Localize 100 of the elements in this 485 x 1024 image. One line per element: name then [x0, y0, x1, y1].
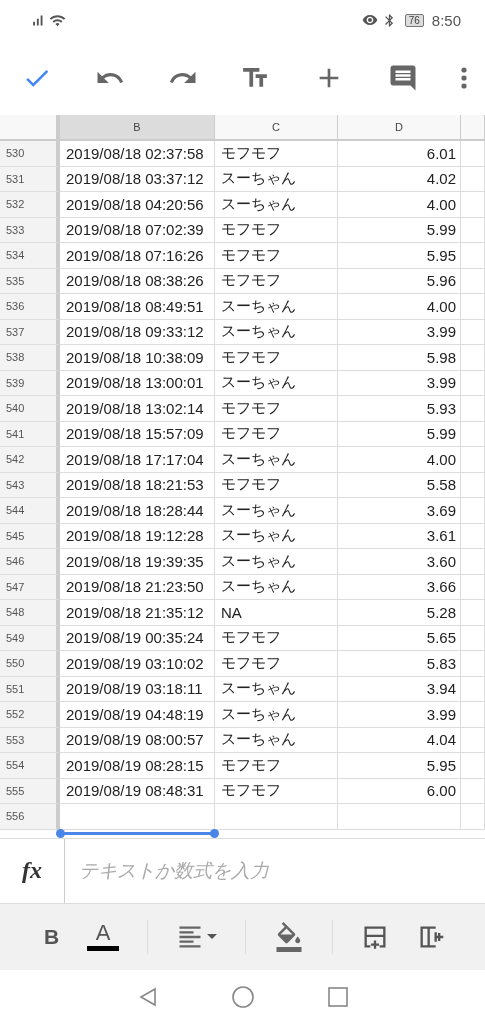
table-cell: モフモフ: [215, 243, 338, 269]
table-cell: モフモフ: [215, 651, 338, 677]
empty-cell: [461, 727, 485, 753]
row-number[interactable]: 548: [0, 600, 60, 626]
fill-color-button[interactable]: [274, 921, 304, 952]
recents-icon: [326, 985, 349, 1008]
table-cell: モフモフ: [215, 625, 338, 651]
table-cell: スーちゃん: [215, 549, 338, 575]
text-color-button[interactable]: A: [87, 922, 120, 951]
eye-icon: [361, 12, 378, 28]
row-number[interactable]: 536: [0, 294, 60, 320]
table-cell: 2019/08/18 18:21:53: [60, 472, 215, 498]
table-cell: 6.01: [338, 141, 461, 167]
empty-cell: [461, 447, 485, 473]
table-cell: 2019/08/19 04:48:19: [60, 702, 215, 728]
table-cell: 5.96: [338, 268, 461, 294]
row-number[interactable]: 541: [0, 421, 60, 447]
table-cell: 4.04: [338, 727, 461, 753]
table-cell: スーちゃん: [215, 294, 338, 320]
table-cell: スーちゃん: [215, 523, 338, 549]
empty-cell: [461, 294, 485, 320]
row-number[interactable]: 544: [0, 498, 60, 524]
row-number[interactable]: 533: [0, 217, 60, 243]
row-number[interactable]: 550: [0, 651, 60, 677]
more-icon: [460, 66, 467, 89]
empty-cell: [461, 345, 485, 371]
row-number[interactable]: 537: [0, 319, 60, 345]
empty-cell: [461, 778, 485, 804]
table-cell: 2019/08/18 21:23:50: [60, 574, 215, 600]
row-number[interactable]: 534: [0, 243, 60, 269]
row-number[interactable]: 552: [0, 702, 60, 728]
table-cell: スーちゃん: [215, 498, 338, 524]
empty-cell: [461, 243, 485, 269]
table-cell: スーちゃん: [215, 574, 338, 600]
table-cell: モフモフ: [215, 268, 338, 294]
row-number[interactable]: 554: [0, 753, 60, 779]
row-number[interactable]: 543: [0, 472, 60, 498]
table-cell: 2019/08/18 09:33:12: [60, 319, 215, 345]
table-cell: 2019/08/18 03:37:12: [60, 166, 215, 192]
table-cell: 2019/08/18 13:00:01: [60, 370, 215, 396]
caret-icon: [207, 934, 218, 939]
paint-bucket-icon: [274, 921, 304, 952]
row-number[interactable]: 555: [0, 778, 60, 804]
empty-cell: [461, 625, 485, 651]
table-cell: スーちゃん: [215, 447, 338, 473]
table-cell: 5.99: [338, 217, 461, 243]
formula-input[interactable]: テキストか数式を入力: [65, 838, 485, 903]
table-cell: モフモフ: [215, 345, 338, 371]
row-number[interactable]: 542: [0, 447, 60, 473]
column-header[interactable]: B: [60, 115, 215, 141]
table-cell: 2019/08/19 08:00:57: [60, 727, 215, 753]
table-cell: 2019/08/18 19:12:28: [60, 523, 215, 549]
table-cell: 5.65: [338, 625, 461, 651]
table-cell: 3.66: [338, 574, 461, 600]
table-cell: 2019/08/19 03:10:02: [60, 651, 215, 677]
table-cell: NA: [215, 600, 338, 626]
empty-cell: [461, 396, 485, 422]
table-cell: 2019/08/18 17:17:04: [60, 447, 215, 473]
table-cell: 6.00: [338, 778, 461, 804]
row-number[interactable]: 551: [0, 676, 60, 702]
empty-cell: [461, 472, 485, 498]
more-button[interactable]: [460, 66, 467, 89]
row-number[interactable]: 539: [0, 370, 60, 396]
table-cell: 4.00: [338, 447, 461, 473]
table-cell: スーちゃん: [215, 702, 338, 728]
table-cell: 5.95: [338, 243, 461, 269]
table-cell: 2019/08/18 15:57:09: [60, 421, 215, 447]
row-number[interactable]: 538: [0, 345, 60, 371]
clock-time: 8:50: [431, 11, 461, 29]
empty-cell: [461, 370, 485, 396]
row-number[interactable]: 556: [0, 804, 60, 830]
table-cell: モフモフ: [215, 472, 338, 498]
row-number[interactable]: 553: [0, 727, 60, 753]
row-number[interactable]: 540: [0, 396, 60, 422]
table-cell: モフモフ: [215, 778, 338, 804]
table-cell: 2019/08/18 08:49:51: [60, 294, 215, 320]
row-number[interactable]: 532: [0, 192, 60, 218]
row-number[interactable]: 535: [0, 268, 60, 294]
column-header[interactable]: C: [215, 115, 338, 141]
row-number[interactable]: 547: [0, 574, 60, 600]
table-cell: 5.95: [338, 753, 461, 779]
row-number[interactable]: 545: [0, 523, 60, 549]
row-number[interactable]: 549: [0, 625, 60, 651]
empty-cell: [461, 319, 485, 345]
table-cell: 2019/08/18 10:38:09: [60, 345, 215, 371]
table-cell: 2019/08/18 08:38:26: [60, 268, 215, 294]
table-cell: 2019/08/19 00:35:24: [60, 625, 215, 651]
row-number[interactable]: 531: [0, 166, 60, 192]
table-cell: 5.83: [338, 651, 461, 677]
row-number[interactable]: 530: [0, 141, 60, 167]
table-cell: モフモフ: [215, 141, 338, 167]
table-cell: 3.60: [338, 549, 461, 575]
row-number[interactable]: 546: [0, 549, 60, 575]
table-cell: 3.99: [338, 370, 461, 396]
table-cell: 2019/08/18 04:20:56: [60, 192, 215, 218]
table-cell: 5.99: [338, 421, 461, 447]
column-header[interactable]: D: [338, 115, 461, 141]
bold-button[interactable]: B: [44, 924, 60, 949]
table-cell: モフモフ: [215, 396, 338, 422]
table-cell: 3.69: [338, 498, 461, 524]
